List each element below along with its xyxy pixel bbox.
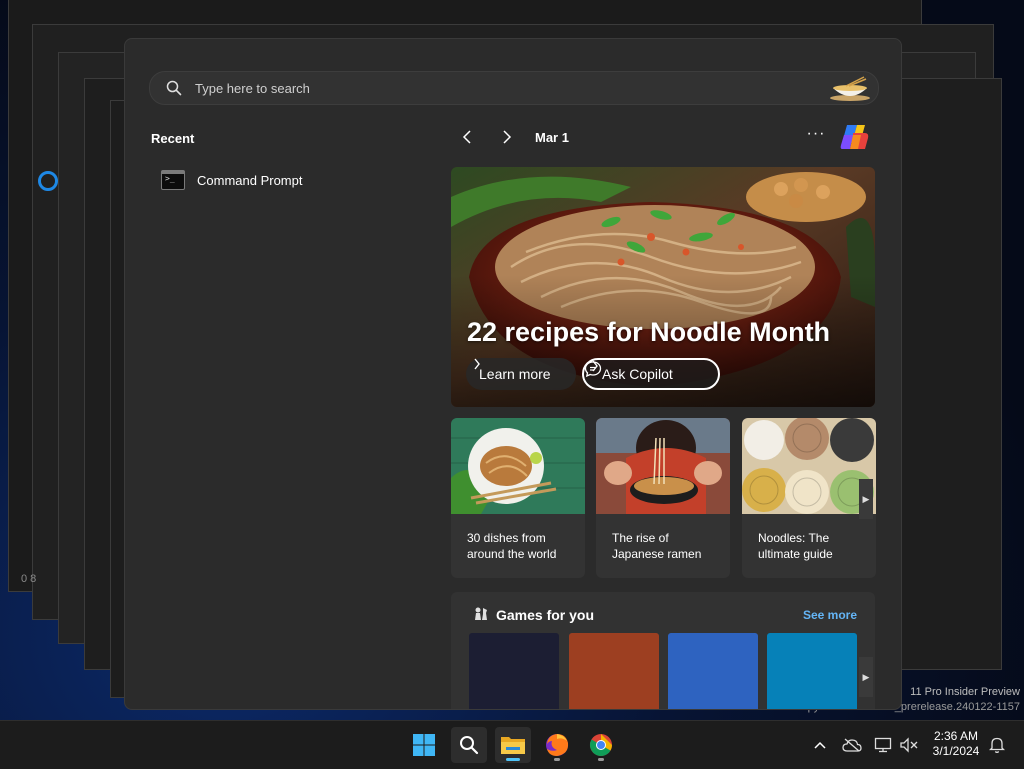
clock[interactable]: 2:36 AM 3/1/2024 [928, 729, 984, 759]
learn-more-button[interactable]: Learn more [466, 358, 576, 390]
highlight-date: Mar 1 [535, 130, 569, 145]
learn-more-label: Learn more [479, 366, 551, 382]
cloud-off-icon [842, 738, 862, 752]
show-hidden-icons-button[interactable] [810, 735, 830, 755]
search-icon [460, 736, 479, 755]
ask-copilot-label: Ask Copilot [602, 366, 673, 382]
chrome-icon [590, 734, 612, 756]
volume-button[interactable] [899, 735, 919, 755]
watermark-edition: 11 Pro Insider Preview [910, 686, 1020, 698]
notifications-button[interactable] [987, 735, 1007, 755]
background-window-text: 0 8 [21, 573, 37, 585]
clock-date: 3/1/2024 [932, 744, 980, 758]
network-icon [874, 737, 892, 753]
previous-button[interactable] [455, 125, 479, 149]
bell-icon [989, 737, 1005, 754]
chevron-left-icon [462, 130, 471, 144]
card-noodles-guide[interactable]: Noodles: The ultimate guide [742, 418, 876, 578]
firefox-icon [546, 734, 569, 756]
card-title: Noodles: The ultimate guide [758, 531, 833, 561]
file-explorer-icon [501, 737, 525, 754]
recent-heading: Recent [151, 131, 195, 146]
search-icon [166, 80, 182, 96]
noodle-varieties-image [742, 418, 876, 514]
chess-pieces-icon [475, 607, 487, 620]
recent-item-command-prompt[interactable]: Command Prompt [151, 163, 431, 197]
hero-card[interactable]: 22 recipes for Noodle Month Learn more A… [451, 167, 875, 407]
search-panel: Recent Command Prompt Mar 1 ··· [124, 38, 902, 710]
games-section: Games for you See more [451, 592, 875, 709]
pad-thai-image [451, 418, 585, 514]
game-tile[interactable] [569, 633, 659, 709]
noodle-bowl-icon[interactable] [828, 74, 872, 102]
games-scroll-right-button[interactable]: ▶ [859, 657, 873, 697]
volume-muted-icon [900, 737, 918, 753]
card-japanese-ramen[interactable]: The rise of Japanese ramen [596, 418, 730, 578]
card-title: 30 dishes from around the world [467, 531, 557, 561]
chevron-right-icon [503, 130, 512, 144]
network-button[interactable] [873, 735, 893, 755]
chevron-up-icon [814, 741, 826, 749]
ask-copilot-button[interactable]: Ask Copilot [582, 358, 720, 390]
cards-scroll-right-button[interactable]: ▶ [859, 479, 873, 519]
see-more-link[interactable]: See more [803, 608, 857, 622]
start-icon [413, 734, 435, 756]
hero-title: 22 recipes for Noodle Month [467, 317, 831, 347]
running-indicator [506, 758, 520, 761]
clock-time: 2:36 AM [933, 729, 979, 743]
search-box[interactable] [149, 71, 879, 105]
running-indicator [598, 758, 604, 761]
recent-item-label: Command Prompt [197, 172, 303, 188]
game-tile[interactable] [767, 633, 857, 709]
next-button[interactable] [495, 125, 519, 149]
search-input[interactable] [193, 79, 828, 97]
ramen-image [596, 418, 730, 514]
onedrive-button[interactable] [842, 735, 862, 755]
chrome-button[interactable] [583, 727, 619, 763]
copilot-icon[interactable] [839, 121, 871, 153]
running-indicator [554, 758, 560, 761]
card-title: The rise of Japanese ramen [612, 531, 702, 561]
start-button[interactable] [406, 727, 442, 763]
card-30-dishes[interactable]: 30 dishes from around the world [451, 418, 585, 578]
file-explorer-button[interactable] [495, 727, 531, 763]
chevron-right-icon [592, 360, 598, 372]
chevron-right-icon [474, 358, 480, 370]
taskbar-search-button[interactable] [451, 727, 487, 763]
firefox-button[interactable] [539, 727, 575, 763]
games-title: Games for you [496, 607, 595, 623]
more-options-button[interactable]: ··· [805, 126, 827, 147]
command-prompt-icon [161, 170, 185, 190]
game-tile[interactable] [668, 633, 758, 709]
game-tile[interactable] [469, 633, 559, 709]
loading-ring-icon [38, 171, 58, 191]
taskbar: 2:36 AM 3/1/2024 [0, 720, 1024, 769]
